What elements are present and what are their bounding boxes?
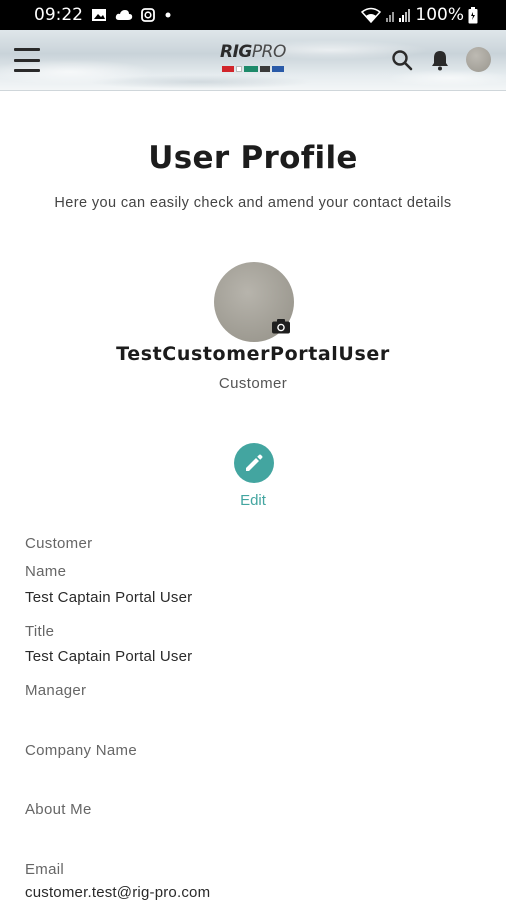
logo-stripe (236, 66, 242, 72)
page-title: User Profile (148, 140, 358, 176)
about-me-label: About Me (25, 801, 92, 818)
status-left: 09:22 (0, 5, 173, 25)
title-value: Test Captain Portal User (25, 648, 193, 665)
rigpro-logo[interactable]: RIGPRO (218, 42, 292, 76)
logo-stripe (260, 66, 270, 72)
avatar[interactable] (466, 47, 491, 72)
section-heading-customer: Customer (25, 535, 93, 552)
menu-icon[interactable] (14, 48, 42, 72)
edit-label[interactable]: Edit (0, 492, 506, 509)
battery-icon (468, 6, 478, 24)
cloud-icon (115, 9, 133, 21)
page-subtitle: Here you can easily check and amend your… (54, 195, 452, 211)
user-role: Customer (218, 375, 288, 392)
bell-icon[interactable] (428, 48, 452, 72)
app-header: RIGPRO (0, 30, 506, 91)
signal-icon (385, 7, 411, 23)
pencil-icon (246, 454, 263, 471)
company-name-label: Company Name (25, 742, 137, 759)
user-name: TestCustomerPortalUser (116, 343, 390, 365)
camera-icon[interactable] (271, 318, 291, 334)
name-label: Name (25, 563, 67, 580)
dot-icon (163, 10, 173, 20)
name-value: Test Captain Portal User (25, 589, 193, 606)
email-label: Email (25, 861, 65, 878)
edit-button[interactable] (234, 443, 274, 483)
title-label: Title (25, 623, 55, 640)
status-time: 09:22 (34, 5, 83, 25)
logo-stripe (272, 66, 284, 72)
logo-pro: PRO (251, 42, 286, 62)
logo-rig: RIG (220, 42, 252, 62)
logo-stripe (222, 66, 234, 72)
battery-text: 100% (415, 5, 464, 25)
wifi-icon (361, 7, 382, 23)
logo-text: RIGPRO (220, 42, 286, 62)
logo-stripe (244, 66, 258, 72)
instagram-icon (141, 8, 155, 22)
search-icon[interactable] (390, 48, 414, 72)
gallery-icon (91, 8, 107, 22)
manager-label: Manager (25, 682, 87, 699)
email-value: customer.test@rig-pro.com (25, 884, 211, 901)
status-right: 100% (361, 5, 506, 25)
status-bar: 09:22 100% (0, 0, 506, 30)
logo-stripes (222, 66, 284, 72)
